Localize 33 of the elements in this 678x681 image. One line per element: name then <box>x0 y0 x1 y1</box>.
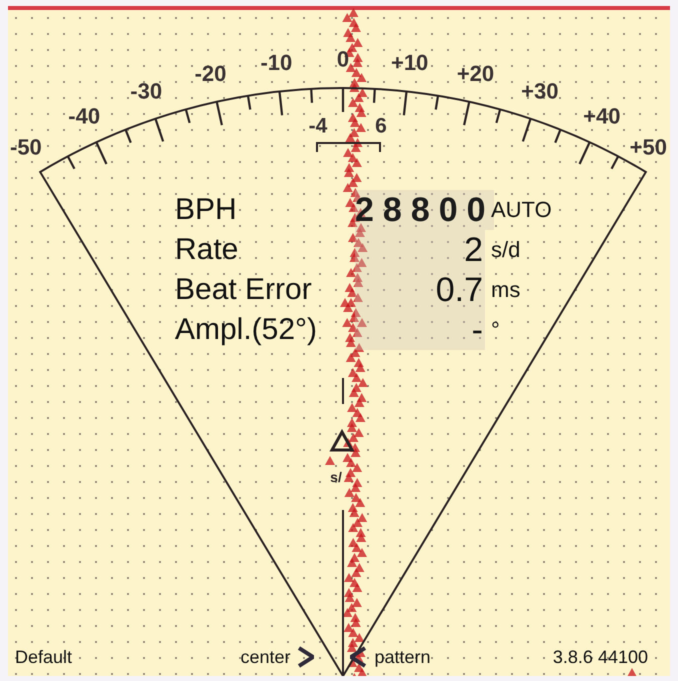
profile-label: Default <box>15 646 72 668</box>
chevron-right-icon <box>298 646 314 668</box>
scale-label: +30 <box>521 78 558 104</box>
marker-label: s/ <box>330 469 342 485</box>
readout-label: Rate <box>175 233 240 267</box>
scale-label: +10 <box>390 50 428 76</box>
scale-label: +20 <box>456 60 494 86</box>
scale-label: 0 <box>336 46 350 72</box>
unit-label: ms <box>490 277 522 303</box>
zoom-label: -4 <box>308 114 328 138</box>
readout-label: Beat Error <box>175 273 313 307</box>
scale-label: -40 <box>68 103 100 128</box>
scale-label: +50 <box>630 134 667 160</box>
scale-label: -20 <box>194 60 226 86</box>
triangle-icon <box>329 428 355 452</box>
marker-line <box>342 378 344 404</box>
scale-label: -10 <box>260 50 292 76</box>
zoom-bracket <box>316 142 381 152</box>
mode-label: center <box>240 646 290 668</box>
zoom-label: 6 <box>375 114 387 138</box>
readout-value: 2 <box>355 230 485 270</box>
readout-label: BPH <box>175 193 238 227</box>
scale-label: -30 <box>130 78 162 104</box>
readout-label: Ampl.(52°) <box>175 313 318 347</box>
mode-label: pattern <box>374 646 431 668</box>
version-label: 3.8.6 44100 <box>552 646 648 668</box>
scale-label: -50 <box>10 134 42 160</box>
readout-value: - <box>355 310 485 350</box>
readout-value: 0.7 <box>355 270 485 310</box>
unit-label: s/d <box>490 237 522 263</box>
scale-label: +40 <box>583 103 620 128</box>
chevron-left-icon <box>350 646 366 668</box>
unit-label: ° <box>490 317 501 343</box>
